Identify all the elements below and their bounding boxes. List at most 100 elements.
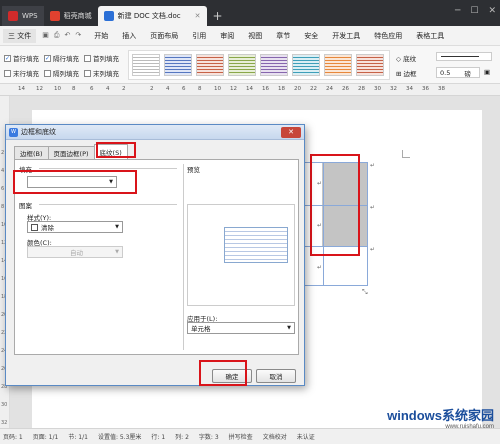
pattern-section-label: 图案 (19, 202, 32, 210)
tab-wps-label: WPS (22, 12, 38, 20)
status-column: 列: 2 (175, 434, 189, 441)
check-label: 首列填充 (93, 55, 119, 63)
maximize-icon[interactable]: ☐ (470, 6, 478, 16)
ribbon: ✓ 首行填充 ✓ 隔行填充 首列填充 末行填充 隔列填充 末列填充 ◇ 底纹 ⊞… (0, 46, 500, 84)
menu-reference[interactable]: 引用 (185, 31, 213, 41)
apply-to-select[interactable]: 单元格 ▼ (187, 322, 295, 334)
check-header-row[interactable]: ✓ 首行填充 (4, 53, 39, 63)
menu-features[interactable]: 特色应用 (367, 31, 409, 41)
ruler-tick: 8 (198, 86, 202, 92)
shading-label: 底纹 (403, 55, 417, 63)
tab-page-borders[interactable]: 页面边框(P) (47, 146, 95, 159)
ruler-tick: 12 (230, 86, 237, 92)
wps-writer-icon: W (9, 127, 18, 137)
table-style-swatch[interactable] (228, 54, 256, 76)
check-first-column[interactable]: 首列填充 (84, 53, 119, 63)
close-window-icon[interactable]: ✕ (488, 6, 496, 16)
table-style-gallery (128, 50, 390, 80)
check-total-row[interactable]: 末行填充 (4, 68, 39, 78)
ruler-tick: 26 (342, 86, 349, 92)
redo-icon[interactable]: ↷ (75, 31, 81, 40)
preview-table (224, 227, 288, 263)
check-label: 隔行填充 (53, 55, 79, 63)
menu-insert[interactable]: 插入 (115, 31, 143, 41)
menu-layout[interactable]: 页面布局 (143, 31, 185, 41)
table-style-swatch[interactable] (324, 54, 352, 76)
menu-file[interactable]: 三 文件 (3, 28, 37, 43)
pattern-style-value: 清除 (41, 224, 54, 232)
pattern-swatch-icon (31, 223, 38, 231)
preview-label: 预览 (187, 166, 200, 174)
ruler-tick: 18 (278, 86, 285, 92)
status-certification[interactable]: 未认证 (297, 432, 315, 441)
menu-table-tools[interactable]: 表格工具 (409, 31, 451, 41)
preview-box (187, 204, 295, 306)
watermark-text: windows系统家园 (387, 408, 494, 423)
horizontal-ruler[interactable]: 14 12 10 8 6 4 2 2 4 6 8 10 12 14 16 18 … (0, 84, 500, 96)
menu-chapter[interactable]: 章节 (269, 31, 297, 41)
menu-security[interactable]: 安全 (297, 31, 325, 41)
table-style-swatch[interactable] (164, 54, 192, 76)
ruler-tick: 32 (1, 420, 8, 426)
border-icon: ⊞ (396, 70, 402, 78)
ruler-tick: 2 (150, 86, 154, 92)
tab-document[interactable]: 新建 DOC 文档.doc ✕ (97, 6, 207, 26)
shading-button[interactable]: ◇ 底纹 (396, 53, 416, 63)
page-corner-mark (402, 150, 410, 158)
check-last-column[interactable]: 末列填充 (84, 68, 119, 78)
new-tab-icon[interactable]: + (213, 9, 223, 23)
ruler-tick: 10 (54, 86, 61, 92)
ruler-tick: 36 (422, 86, 429, 92)
doc-icon (103, 11, 114, 21)
menu-view[interactable]: 视图 (241, 31, 269, 41)
ruler-tick: 34 (406, 86, 413, 92)
border-button[interactable]: ⊞ 边框 (396, 68, 417, 78)
chevron-down-icon: ▼ (115, 249, 119, 255)
menu-home[interactable]: 开始 (87, 31, 115, 41)
tab-store[interactable]: 稻壳商城 (44, 6, 98, 26)
ruler-tick: 30 (1, 402, 8, 408)
ruler-tick: 14 (246, 86, 253, 92)
status-spell-check[interactable]: 拼写检查 (229, 432, 253, 441)
table-style-swatch[interactable] (196, 54, 224, 76)
line-style-select[interactable] (436, 52, 492, 61)
minimize-icon[interactable]: ─ (455, 6, 460, 16)
close-tab-icon[interactable]: ✕ (195, 12, 201, 20)
border-label: 边框 (403, 70, 417, 78)
status-word-count[interactable]: 字数: 3 (199, 432, 219, 441)
table-style-swatch[interactable] (132, 54, 160, 76)
line-color-icon[interactable]: ▣ (484, 68, 490, 76)
dialog-title: 边框和底纹 (21, 128, 56, 136)
table-style-swatch[interactable] (260, 54, 288, 76)
chevron-down-icon: ▼ (115, 224, 119, 230)
menu-review[interactable]: 审阅 (213, 31, 241, 41)
tab-wps-home[interactable]: WPS (2, 6, 44, 26)
status-proofread[interactable]: 文档校对 (263, 432, 287, 441)
line-width-select[interactable]: 0.5 磅 (436, 67, 480, 78)
menu-developer[interactable]: 开发工具 (325, 31, 367, 41)
print-icon[interactable]: ⎙ (54, 31, 60, 40)
undo-icon[interactable]: ↶ (64, 31, 70, 40)
check-banded-rows[interactable]: ✓ 隔行填充 (44, 53, 79, 63)
ruler-tick: 2 (122, 86, 126, 92)
ruler-tick: 16 (262, 86, 269, 92)
store-icon (49, 11, 60, 21)
pattern-style-select[interactable]: 清除 ▼ (27, 221, 123, 233)
status-pages: 页面: 1/1 (32, 434, 59, 441)
tab-borders-label: 边框(B) (20, 150, 43, 158)
save-icon[interactable]: ▣ (42, 31, 49, 40)
table-resize-handle-icon[interactable]: ⤡ (362, 288, 368, 297)
title-bar: WPS 稻壳商城 新建 DOC 文档.doc ✕ + ─ ☐ ✕ (0, 0, 500, 26)
ruler-tick: 28 (358, 86, 365, 92)
table-style-swatch[interactable] (292, 54, 320, 76)
check-banded-columns[interactable]: 隔列填充 (44, 68, 79, 78)
watermark-url: www.ruishafu.com (445, 424, 494, 430)
ruler-tick: 2 (1, 150, 5, 156)
dialog-close-icon[interactable]: ✕ (281, 127, 301, 138)
tab-borders[interactable]: 边框(B) (14, 146, 49, 159)
cancel-button[interactable]: 取消 (256, 369, 296, 383)
status-section: 节: 1/1 (68, 434, 88, 441)
pattern-color-value: 自动 (70, 249, 83, 257)
checkbox-icon (44, 69, 51, 77)
table-style-swatch[interactable] (356, 54, 384, 76)
